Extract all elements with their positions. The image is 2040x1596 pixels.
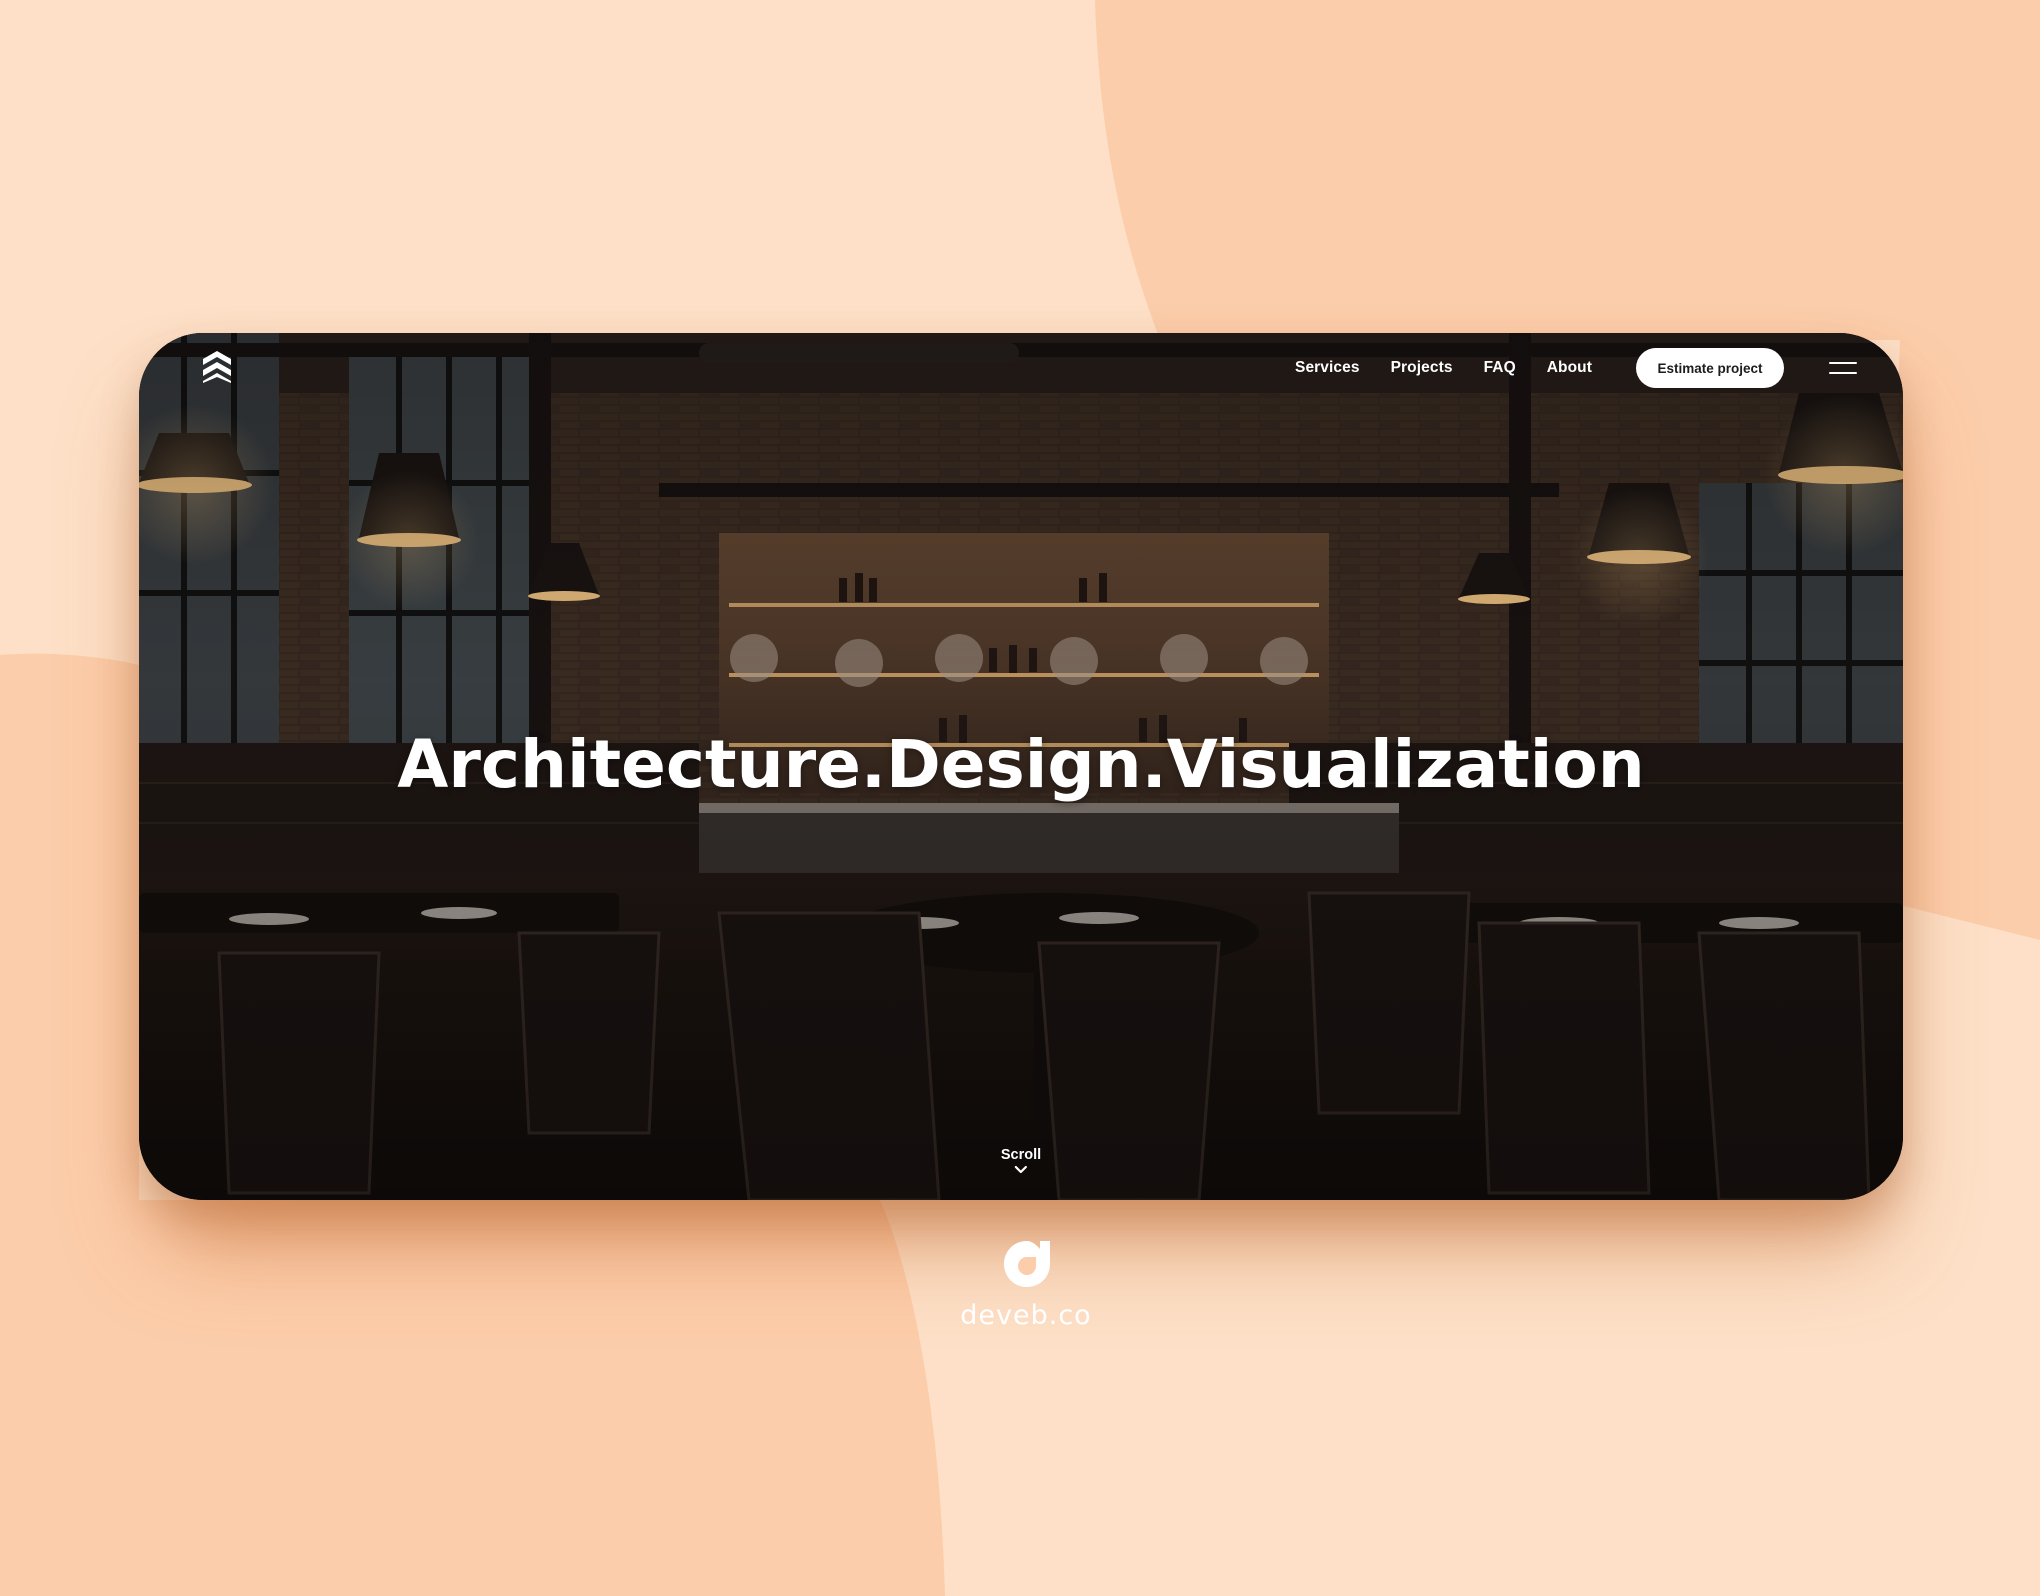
scroll-label: Scroll — [1000, 1147, 1042, 1163]
nav-link-faq[interactable]: FAQ — [1484, 359, 1516, 377]
website-hero-screen: Services Projects FAQ About Estimate pro… — [139, 333, 1903, 1200]
stacked-chevrons-icon[interactable] — [201, 349, 233, 385]
top-navigation: Services Projects FAQ About Estimate pro… — [1295, 347, 1857, 389]
chevron-down-icon — [1014, 1165, 1028, 1174]
scroll-indicator[interactable]: Scroll — [1001, 1147, 1041, 1175]
hamburger-menu-icon[interactable] — [1829, 360, 1857, 376]
hero-headline: Architecture.Design.Visualization — [397, 726, 1645, 803]
estimate-project-button[interactable]: Estimate project — [1636, 348, 1784, 388]
nav-link-about[interactable]: About — [1547, 359, 1592, 377]
deveb-logo-icon — [1002, 1239, 1052, 1289]
nav-link-projects[interactable]: Projects — [1391, 359, 1453, 377]
brand-name: deveb.co — [960, 1300, 1092, 1331]
nav-link-services[interactable]: Services — [1295, 359, 1360, 377]
